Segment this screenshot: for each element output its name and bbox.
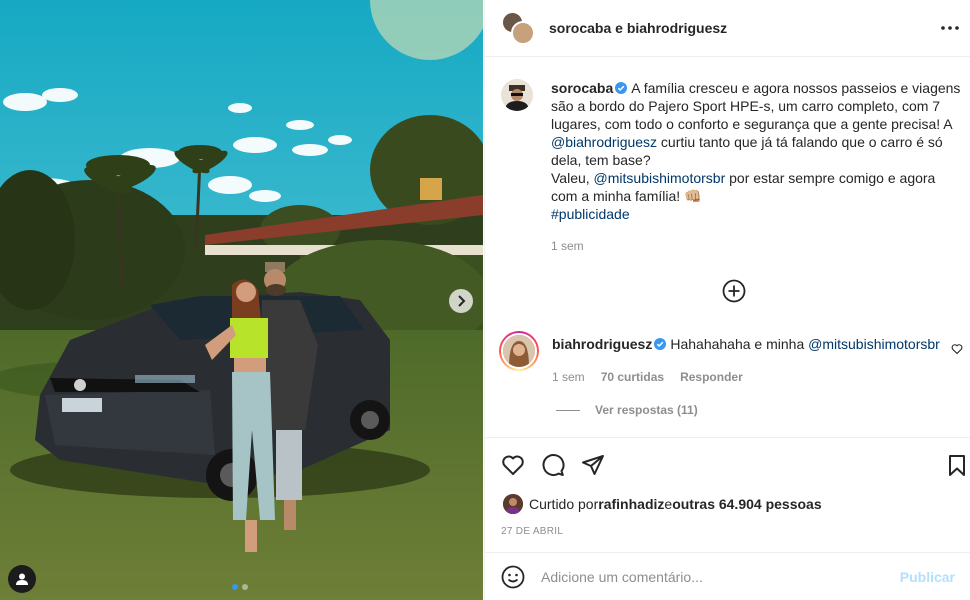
emoji-button[interactable] <box>501 565 525 589</box>
caption-mention-link[interactable]: @biahrodriguesz <box>551 134 657 150</box>
hashtag-link[interactable]: #publicidade <box>551 206 630 222</box>
comment-likes[interactable]: 70 curtidas <box>601 370 664 384</box>
add-circle-icon <box>722 279 746 303</box>
post-authors[interactable]: sorocaba e biahrodriguesz <box>549 20 727 36</box>
view-replies-label: Ver respostas (11) <box>595 403 698 417</box>
story-avatar[interactable] <box>499 331 539 371</box>
avatar-rafinhadiz <box>503 494 523 514</box>
comments-section[interactable]: sorocaba A família cresceu e agora nossos… <box>485 57 970 437</box>
comment-mention-link[interactable]: @mitsubishimotorsbr <box>808 336 940 352</box>
replies-divider <box>556 409 580 411</box>
comment-item: biahrodriguesz Hahahahaha e minha @mitsub… <box>499 331 965 384</box>
carousel-indicator <box>232 584 248 590</box>
view-replies-button[interactable]: Ver respostas (11) <box>556 403 698 417</box>
comment-icon <box>542 454 565 476</box>
caption-text-part: Valeu, <box>551 170 594 186</box>
user-tags-button[interactable] <box>8 565 36 593</box>
like-button[interactable] <box>501 453 525 477</box>
collab-avatars[interactable] <box>501 11 535 45</box>
caption-timestamp[interactable]: 1 sem <box>551 237 961 255</box>
reply-button[interactable]: Responder <box>680 370 743 384</box>
comment-timestamp[interactable]: 1 sem <box>552 370 585 384</box>
comment-body: biahrodriguesz Hahahahaha e minha @mitsub… <box>552 331 940 384</box>
comment-username[interactable]: biahrodriguesz <box>552 336 652 352</box>
avatar <box>501 333 537 369</box>
post-date[interactable]: 27 DE ABRIL <box>501 526 563 537</box>
likes-conjunction: e <box>664 496 673 512</box>
caption-mention-link[interactable]: @mitsubishimotorsbr <box>594 170 726 186</box>
post-header: sorocaba e biahrodriguesz <box>485 0 970 57</box>
verified-icon <box>615 82 628 94</box>
photo-scene <box>0 0 483 600</box>
save-button[interactable] <box>945 453 969 477</box>
action-bar <box>501 453 605 477</box>
more-options-button[interactable] <box>938 16 962 40</box>
share-icon <box>582 455 604 475</box>
avatar[interactable] <box>501 79 533 111</box>
comment-button[interactable] <box>541 453 565 477</box>
emoji-icon <box>501 565 525 588</box>
comment-input[interactable] <box>541 568 900 585</box>
comment-text: Hahahahaha e minha <box>670 336 809 352</box>
carousel-next-button[interactable] <box>449 289 473 313</box>
add-comment-bar: Publicar <box>485 552 970 600</box>
user-tag-icon <box>16 573 28 585</box>
avatar-biahrodriguesz <box>503 335 535 367</box>
post-caption: sorocaba A família cresceu e agora nossos… <box>501 79 961 255</box>
avatar-sorocaba <box>501 79 533 111</box>
carousel-dot <box>232 584 238 590</box>
post-details-panel: sorocaba e biahrodriguesz sorocaba A famí… <box>484 0 970 600</box>
carousel-dot <box>242 584 248 590</box>
caption-username[interactable]: sorocaba <box>551 80 613 96</box>
heart-icon <box>951 344 963 355</box>
comment-meta: 1 sem 70 curtidas Responder <box>552 370 940 384</box>
bookmark-icon <box>949 455 965 476</box>
post-photo[interactable] <box>0 0 483 600</box>
verified-icon <box>654 338 667 350</box>
post-actions: Curtido por rafinhadiz e outras 64.904 p… <box>485 437 970 552</box>
next-arrow-icon <box>458 295 466 307</box>
comment-like-button[interactable] <box>951 342 963 355</box>
likes-summary: Curtido por rafinhadiz e outras 64.904 p… <box>503 494 822 514</box>
likes-count-link[interactable]: outras 64.904 pessoas <box>672 496 821 512</box>
more-options-icon <box>941 26 959 30</box>
likes-prefix: Curtido por <box>529 496 599 512</box>
avatar[interactable] <box>503 494 523 514</box>
share-button[interactable] <box>581 453 605 477</box>
heart-icon <box>502 455 524 475</box>
liked-by-username[interactable]: rafinhadiz <box>598 496 664 512</box>
publish-button[interactable]: Publicar <box>900 569 955 585</box>
load-more-comments-button[interactable] <box>722 279 746 303</box>
avatar <box>511 21 535 45</box>
caption-text: sorocaba A família cresceu e agora nossos… <box>551 79 961 255</box>
